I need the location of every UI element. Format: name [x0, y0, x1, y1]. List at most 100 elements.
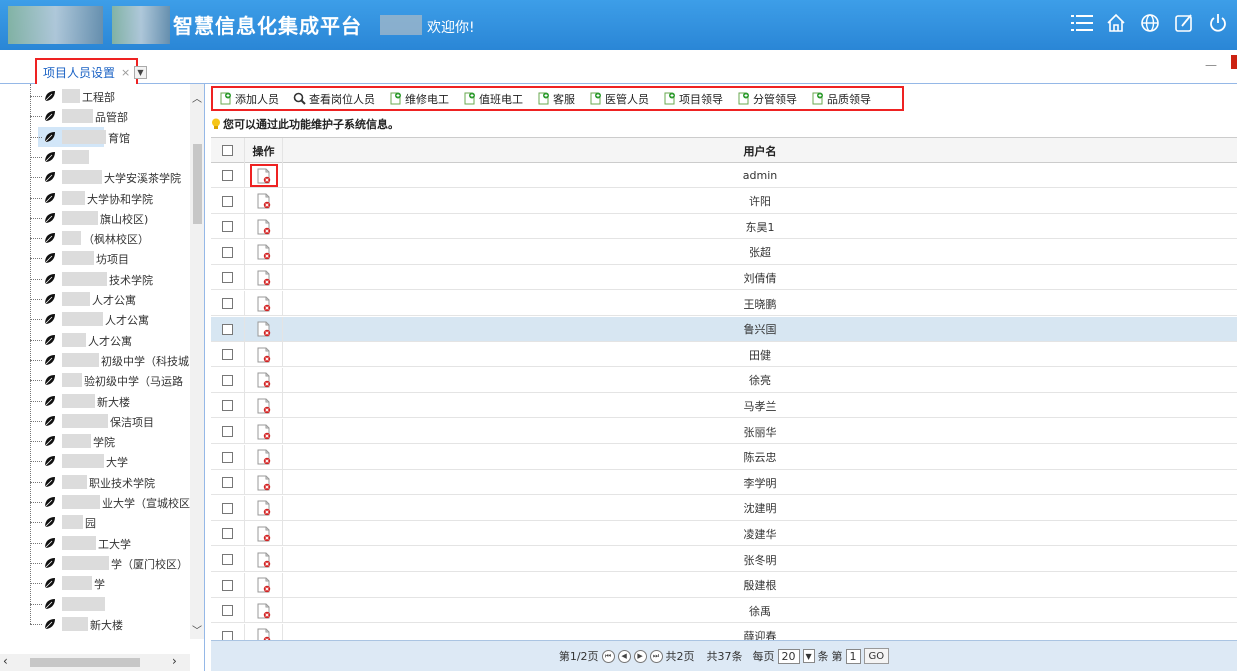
toolbar-button-6[interactable]: 项目领导 [663, 91, 723, 107]
delete-icon[interactable] [257, 424, 271, 440]
table-row[interactable]: 张超 [211, 239, 1237, 265]
delete-icon[interactable] [257, 270, 271, 286]
delete-icon[interactable] [257, 219, 271, 235]
tree-horizontal-scrollbar[interactable]: ‹ › [0, 654, 190, 671]
table-row[interactable]: 东昊1 [211, 214, 1237, 240]
delete-icon[interactable] [257, 398, 271, 414]
per-page-select[interactable]: 20 [777, 648, 800, 664]
row-checkbox[interactable] [222, 554, 233, 565]
row-checkbox[interactable] [222, 400, 233, 412]
table-row[interactable]: 薛迎春 [211, 623, 1237, 640]
table-row[interactable]: 徐禹 [211, 598, 1237, 624]
table-row[interactable]: 张冬明 [211, 547, 1237, 572]
tree-vertical-scrollbar[interactable]: ︿ ﹀ [190, 84, 204, 639]
minimize-icon[interactable]: — [1205, 58, 1217, 72]
power-icon[interactable] [1205, 10, 1231, 36]
tree-item[interactable]: 学 [0, 573, 190, 593]
tree-item[interactable]: 职业技术学院 [0, 472, 190, 492]
tree-item[interactable] [0, 147, 190, 167]
globe-icon[interactable] [1137, 10, 1163, 36]
toolbar-button-7[interactable]: 分管领导 [737, 91, 797, 107]
row-checkbox[interactable] [222, 451, 233, 463]
delete-icon[interactable] [257, 603, 271, 619]
tree-hscroll-thumb[interactable] [30, 658, 140, 667]
tree-item[interactable]: 育馆 [0, 126, 190, 147]
row-checkbox[interactable] [222, 246, 233, 258]
tree-item[interactable]: 品管部 [0, 106, 190, 126]
delete-icon[interactable] [257, 500, 271, 516]
delete-icon[interactable] [257, 475, 271, 491]
delete-icon[interactable] [257, 168, 271, 184]
home-icon[interactable] [1103, 10, 1129, 36]
table-row[interactable]: 殷建根 [211, 572, 1237, 598]
tree-item[interactable]: 坊项目 [0, 248, 190, 268]
per-page-dropdown-icon[interactable]: ▼ [802, 649, 815, 663]
menu-icon[interactable] [1069, 10, 1095, 36]
tree-item[interactable]: 验初级中学（马运路 [0, 370, 190, 390]
row-checkbox[interactable] [222, 579, 233, 591]
tree-item[interactable] [0, 594, 190, 614]
tree-item[interactable]: 大学 [0, 451, 190, 471]
tree-item[interactable]: 学院 [0, 431, 190, 451]
go-button[interactable]: GO [863, 648, 890, 664]
delete-icon[interactable] [257, 449, 271, 465]
toolbar-button-3[interactable]: 值班电工 [463, 91, 523, 107]
table-row[interactable]: 李学明 [211, 470, 1237, 496]
tree-item[interactable]: 人才公寓 [0, 330, 190, 350]
table-row[interactable]: 刘倩倩 [211, 265, 1237, 291]
delete-icon[interactable] [257, 577, 271, 593]
toolbar-button-0[interactable]: 添加人员 [219, 91, 279, 107]
tree-item[interactable]: 大学协和学院 [0, 188, 190, 208]
select-all-checkbox[interactable] [222, 145, 233, 156]
tree-item[interactable]: 学（厦门校区） [0, 553, 190, 573]
table-row[interactable]: 陈云忠 [211, 444, 1237, 470]
tree-item[interactable]: 旗山校区) [0, 208, 190, 228]
scroll-down-icon[interactable]: ﹀ [192, 622, 202, 637]
tree-item[interactable]: 人才公寓 [0, 309, 190, 329]
row-checkbox[interactable] [222, 221, 233, 233]
table-row[interactable]: 鲁兴国 [211, 316, 1237, 342]
tree-item[interactable]: 新大楼 [0, 614, 190, 634]
delete-icon[interactable] [257, 628, 271, 640]
row-checkbox[interactable] [222, 477, 233, 489]
row-checkbox[interactable] [222, 502, 233, 514]
row-checkbox[interactable] [222, 323, 233, 335]
delete-icon[interactable] [257, 296, 271, 312]
delete-icon[interactable] [257, 552, 271, 568]
table-row[interactable]: 田健 [211, 342, 1237, 368]
delete-icon[interactable] [257, 321, 271, 337]
row-checkbox[interactable] [222, 170, 233, 181]
row-checkbox[interactable] [222, 528, 233, 540]
last-page-icon[interactable]: ⏭ [649, 649, 663, 663]
row-checkbox[interactable] [222, 298, 233, 309]
delete-icon[interactable] [257, 526, 271, 542]
toolbar-button-8[interactable]: 品质领导 [811, 91, 871, 107]
scroll-left-icon[interactable]: ‹ [3, 654, 8, 668]
row-checkbox[interactable] [222, 605, 233, 617]
delete-icon[interactable] [257, 372, 271, 388]
table-row[interactable]: 徐亮 [211, 367, 1237, 393]
tab-dropdown-icon[interactable]: ▼ [134, 66, 147, 79]
toolbar-button-1[interactable]: 查看岗位人员 [293, 91, 375, 107]
tree-item[interactable]: 业大学（宣城校区） [0, 492, 201, 512]
scroll-up-icon[interactable]: ︿ [192, 90, 202, 105]
next-page-icon[interactable]: ▶ [633, 649, 647, 663]
tree-item[interactable]: （枫林校区） [0, 228, 190, 248]
row-checkbox[interactable] [222, 374, 233, 386]
table-row[interactable]: admin [211, 163, 1237, 188]
tree-item[interactable]: 初级中学（科技城 [0, 350, 190, 370]
delete-icon[interactable] [257, 193, 271, 209]
tree-item[interactable]: 技术学院 [0, 269, 190, 289]
row-checkbox[interactable] [222, 630, 233, 640]
edit-icon[interactable] [1171, 10, 1197, 36]
tree-item[interactable]: 保洁项目 [0, 411, 190, 431]
row-checkbox[interactable] [222, 349, 233, 361]
delete-icon[interactable] [257, 347, 271, 363]
tree-item[interactable]: 新大楼 [0, 391, 190, 411]
table-row[interactable]: 沈建明 [211, 495, 1237, 521]
table-row[interactable]: 凌建华 [211, 521, 1237, 547]
toolbar-button-2[interactable]: 维修电工 [389, 91, 449, 107]
tree-item[interactable]: 工程部 [0, 86, 190, 106]
table-row[interactable]: 王晓鹏 [211, 291, 1237, 316]
tab-close-icon[interactable]: × [121, 66, 130, 79]
